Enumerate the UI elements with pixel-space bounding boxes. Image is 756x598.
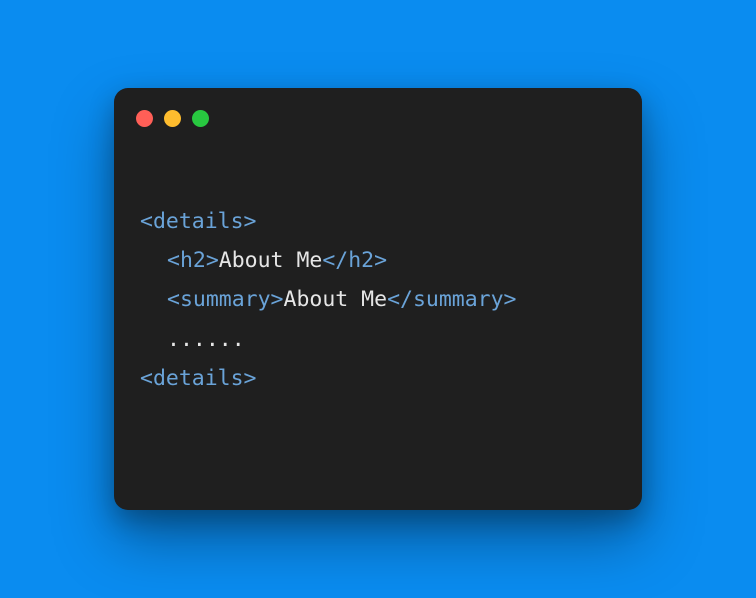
tag-open: <summary> — [167, 287, 284, 312]
code-content: <details><h2>About Me</h2><summary>About… — [114, 135, 642, 510]
tag-close: </summary> — [387, 287, 516, 312]
tag-open: <details> — [140, 366, 257, 391]
code-text: About Me — [219, 248, 323, 273]
code-line: <details> — [140, 359, 616, 398]
code-line: ...... — [140, 320, 616, 359]
maximize-icon[interactable] — [192, 110, 209, 127]
tag-open: <h2> — [167, 248, 219, 273]
tag-close: </h2> — [322, 248, 387, 273]
code-window: <details><h2>About Me</h2><summary>About… — [114, 88, 642, 510]
code-line: <summary>About Me</summary> — [140, 280, 616, 319]
minimize-icon[interactable] — [164, 110, 181, 127]
tag-open: <details> — [140, 209, 257, 234]
window-titlebar — [114, 88, 642, 135]
close-icon[interactable] — [136, 110, 153, 127]
code-line: <details> — [140, 202, 616, 241]
code-text: About Me — [284, 287, 388, 312]
code-line: <h2>About Me</h2> — [140, 241, 616, 280]
code-text: ...... — [167, 327, 245, 352]
